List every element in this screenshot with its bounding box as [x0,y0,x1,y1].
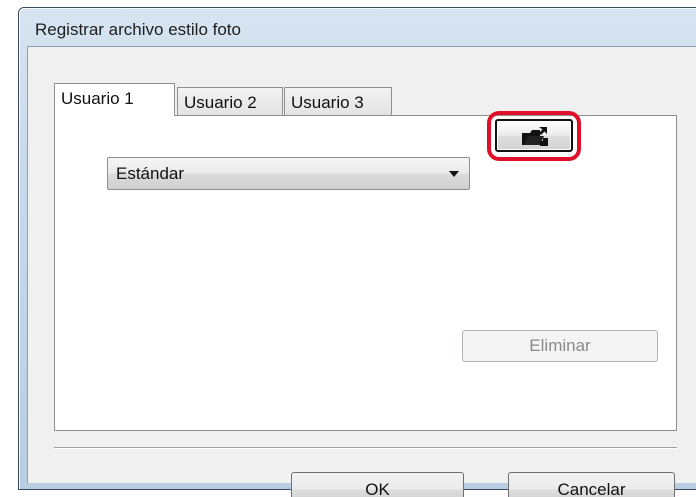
ok-button[interactable]: OK [291,472,464,497]
dialog-window: Registrar archivo estilo foto Usuario 1 … [18,7,696,497]
open-file-button[interactable] [495,119,573,152]
chevron-down-icon [449,171,459,177]
dialog-client-area: Usuario 1 Usuario 2 Usuario 3 Estándar E… [27,46,696,497]
separator [54,447,677,449]
tab-panel: Estándar Eliminar [54,115,677,431]
cancel-button[interactable]: Cancelar [508,472,675,497]
tab-usuario-2[interactable]: Usuario 2 [177,87,283,116]
open-folder-icon [522,127,548,146]
dropdown-selected-value: Estándar [116,164,185,183]
tab-usuario-1[interactable]: Usuario 1 [54,83,175,116]
tab-usuario-3[interactable]: Usuario 3 [284,87,392,116]
window-title: Registrar archivo estilo foto [35,20,241,39]
screen: Registrar archivo estilo foto Usuario 1 … [0,0,696,497]
delete-button[interactable]: Eliminar [462,330,658,362]
picture-style-dropdown[interactable]: Estándar [107,157,470,190]
